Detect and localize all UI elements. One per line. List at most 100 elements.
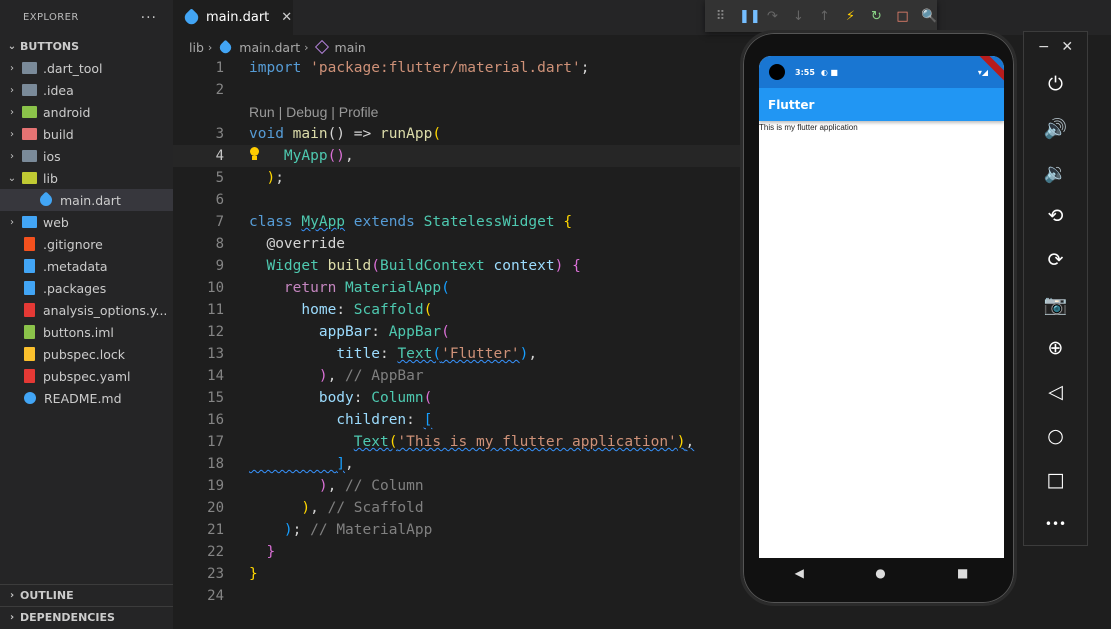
volume-up-icon[interactable]: 🔊	[1024, 106, 1087, 150]
code-editor[interactable]: 1 import 'package:flutter/material.dart';…	[173, 57, 743, 607]
explorer-item[interactable]: README.md	[0, 387, 173, 409]
chevron-right-icon: ›	[9, 590, 15, 601]
explorer-item-label: web	[43, 214, 69, 230]
line-number: 24	[207, 588, 224, 604]
step-over-icon[interactable]: ↷	[765, 9, 780, 24]
code-line: 1 import 'package:flutter/material.dart';	[173, 57, 743, 79]
line-number: 8	[215, 236, 224, 252]
explorer-item-label: android	[43, 104, 91, 120]
chevron-right-icon: ›	[9, 612, 15, 623]
line-number: 3	[215, 126, 224, 142]
explorer-item[interactable]: › web	[0, 211, 173, 233]
explorer-item[interactable]: › build	[0, 123, 173, 145]
explorer-sidebar: EXPLORER ··· ⌄ BUTTONS › .dart_tool › .idea…	[0, 0, 173, 629]
breadcrumb-symbol[interactable]: main	[335, 40, 366, 55]
code-line: 15 body: Column(	[173, 387, 743, 409]
explorer-item[interactable]: › .idea	[0, 79, 173, 101]
explorer-item[interactable]: .metadata	[0, 255, 173, 277]
zoom-icon[interactable]: ⊕	[1024, 326, 1087, 370]
code-line: 19 ), // Column	[173, 475, 743, 497]
dart-file-icon	[37, 191, 55, 209]
explorer-item[interactable]: › android	[0, 101, 173, 123]
iml-file-icon	[24, 325, 35, 339]
folder-icon	[22, 216, 37, 228]
close-tab-icon[interactable]: ✕	[281, 10, 292, 25]
breadcrumb-folder[interactable]: lib	[189, 40, 204, 55]
nav-recent-icon[interactable]: ■	[957, 566, 968, 580]
emulator-controls-panel: − ✕ ⏻ 🔊 🔉 ⟲ ⟳ 📷 ⊕ ◁ ○ □ •••	[1023, 31, 1088, 546]
line-number: 21	[207, 522, 224, 538]
explorer-item-label: lib	[43, 170, 58, 186]
minimize-icon[interactable]: −	[1038, 39, 1050, 55]
code-lens-run-debug-profile[interactable]: Run | Debug | Profile	[249, 101, 378, 123]
line-number: 23	[207, 566, 224, 582]
status-time: 3:55	[795, 67, 815, 77]
chevron-right-icon: ›	[10, 106, 14, 118]
explorer-item[interactable]: › .dart_tool	[0, 57, 173, 79]
power-icon[interactable]: ⏻	[1024, 62, 1087, 106]
explorer-item[interactable]: pubspec.lock	[0, 343, 173, 365]
code-line: 18 ],	[173, 453, 743, 475]
home-icon[interactable]: ○	[1024, 414, 1087, 458]
step-into-icon[interactable]: ↓	[791, 9, 806, 24]
rotate-left-icon[interactable]: ⟲	[1024, 194, 1087, 238]
explorer-item[interactable]: ⌄ lib	[0, 167, 173, 189]
explorer-item[interactable]: pubspec.yaml	[0, 365, 173, 387]
restart-icon[interactable]: ↻	[869, 9, 884, 24]
volume-down-icon[interactable]: 🔉	[1024, 150, 1087, 194]
line-number: 15	[207, 390, 224, 406]
breadcrumb-file[interactable]: main.dart	[239, 40, 300, 55]
hot-reload-icon[interactable]: ⚡	[843, 9, 858, 24]
nav-home-icon[interactable]: ●	[875, 566, 885, 580]
more-icon[interactable]: •••	[1024, 502, 1087, 546]
dependencies-section[interactable]: › DEPENDENCIES	[0, 606, 173, 628]
app-bar-title: Flutter	[768, 97, 815, 112]
status-notification-icons: ◐ ■	[820, 67, 838, 77]
line-number: 1	[215, 60, 224, 76]
code-line: 22 }	[173, 541, 743, 563]
line-number: 17	[207, 434, 224, 450]
nav-back-icon[interactable]: ◀	[795, 566, 804, 580]
explorer-item-label: .packages	[43, 280, 107, 296]
project-root-buttons[interactable]: ⌄ BUTTONS	[0, 35, 173, 57]
tab-main-dart[interactable]: main.dart ✕	[173, 0, 293, 35]
explorer-item[interactable]: › ios	[0, 145, 173, 167]
code-line: 10 return MaterialApp(	[173, 277, 743, 299]
overview-icon[interactable]: □	[1024, 458, 1087, 502]
explorer-item-label: buttons.iml	[43, 324, 114, 340]
chevron-right-icon: ›	[10, 216, 14, 228]
drag-handle-icon: ⠿	[715, 8, 726, 24]
close-icon[interactable]: ✕	[1061, 39, 1073, 55]
explorer-item[interactable]: main.dart	[0, 189, 173, 211]
inspect-icon[interactable]: 🔍	[921, 9, 937, 24]
line-number: 20	[207, 500, 224, 516]
step-out-icon[interactable]: ↑	[817, 9, 832, 24]
line-number: 22	[207, 544, 224, 560]
pause-icon[interactable]: ❚❚	[739, 9, 761, 24]
line-number: 11	[207, 302, 224, 318]
debug-toolbar: ⠿ ❚❚ ↷ ↓ ↑ ⚡ ↻ □ 🔍	[705, 0, 937, 32]
tab-label: main.dart	[206, 10, 270, 25]
outline-section[interactable]: › OUTLINE	[0, 584, 173, 606]
stop-icon[interactable]: □	[895, 9, 910, 24]
code-line: 21 ); // MaterialApp	[173, 519, 743, 541]
rotate-right-icon[interactable]: ⟳	[1024, 238, 1087, 282]
explorer-item[interactable]: .packages	[0, 277, 173, 299]
code-line: 20 ), // Scaffold	[173, 497, 743, 519]
explorer-item-label: pubspec.lock	[43, 346, 126, 362]
line-number: 12	[207, 324, 224, 340]
line-number: 14	[207, 368, 224, 384]
camera-icon[interactable]: 📷	[1024, 282, 1087, 326]
explorer-item[interactable]: buttons.iml	[0, 321, 173, 343]
folder-icon	[22, 62, 37, 74]
chevron-right-icon: ›	[207, 40, 213, 54]
file-tree: › .dart_tool › .idea › android › build › ios ⌄ lib m…	[0, 57, 173, 409]
back-icon[interactable]: ◁	[1024, 370, 1087, 414]
more-actions-icon[interactable]: ···	[141, 10, 157, 26]
code-line: 2	[173, 79, 743, 101]
explorer-item[interactable]: analysis_options.y...	[0, 299, 173, 321]
file-file-icon	[24, 281, 35, 295]
status-bar: 3:55 ◐ ■ ▾◢	[759, 56, 1004, 88]
device-screen[interactable]: 3:55 ◐ ■ ▾◢ Flutter This is my flutter a…	[759, 56, 1004, 558]
explorer-item[interactable]: .gitignore	[0, 233, 173, 255]
